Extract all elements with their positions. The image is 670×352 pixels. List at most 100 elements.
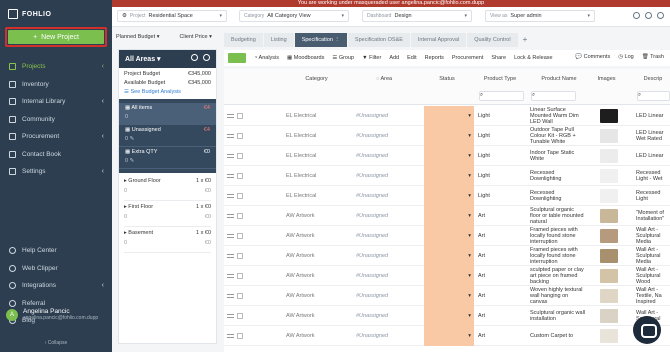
product-type-cell[interactable]: Art — [478, 206, 524, 226]
category-cell[interactable]: AW Artwork — [286, 226, 348, 246]
status-cell[interactable]: ▾ — [424, 186, 474, 206]
description-cell[interactable]: Recessed Light — [636, 186, 670, 206]
drag-handle-icon[interactable] — [227, 334, 234, 338]
row-checkbox[interactable] — [237, 273, 243, 279]
category-cell[interactable]: EL Electrical — [286, 126, 348, 146]
notification-icon[interactable] — [657, 12, 664, 19]
pencil-icon[interactable]: ✎ — [130, 136, 135, 142]
tab-specification-ose[interactable]: Specification OS&E — [347, 33, 410, 47]
image-cell[interactable] — [594, 146, 624, 166]
product-type-cell[interactable]: Light — [478, 146, 524, 166]
planned-budget-select[interactable]: Planned Budget ▾ — [116, 34, 159, 40]
image-cell[interactable] — [594, 166, 624, 186]
category-cell[interactable]: AW Artwork — [286, 266, 348, 286]
drag-handle-icon[interactable] — [227, 214, 234, 218]
description-cell[interactable]: Wall Art - Textile, Na Inspired — [636, 286, 670, 306]
table-row[interactable]: AW Artwork #Unassigned ▾ Art Framed pieces w… — [224, 226, 670, 246]
area-cell[interactable]: #Unassigned — [356, 126, 418, 146]
area-card-unassigned[interactable]: ▦ Unassigned €4 0 ✎ — [119, 125, 216, 147]
status-cell[interactable]: ▾ — [424, 106, 474, 126]
status-cell[interactable]: ▾ — [424, 206, 474, 226]
pencil-icon[interactable]: ✎ — [130, 158, 135, 164]
tab-listing[interactable]: Listing — [263, 33, 294, 47]
description-cell[interactable]: LED Linear Wet Rated — [636, 126, 670, 146]
category-cell[interactable]: EL Electrical — [286, 166, 348, 186]
image-cell[interactable] — [594, 246, 624, 266]
product-type-cell[interactable]: Light — [478, 166, 524, 186]
table-row[interactable]: EL Electrical #Unassigned ▾ Light Outdoor Ta… — [224, 126, 670, 146]
area-cell[interactable]: #Unassigned — [356, 146, 418, 166]
area-panel-header[interactable]: All Areas ▾ — [119, 50, 216, 68]
row-checkbox[interactable] — [237, 333, 243, 339]
drag-handle-icon[interactable] — [227, 254, 234, 258]
sidebar-item-inventory[interactable]: Inventory — [0, 76, 112, 94]
status-cell[interactable]: ▾ — [424, 146, 474, 166]
drag-handle-icon[interactable] — [227, 174, 234, 178]
dashboard-select[interactable]: Dashboard Design ▾ — [362, 10, 472, 22]
column-header-product-type[interactable]: Product Type — [476, 76, 524, 82]
image-cell[interactable] — [594, 226, 624, 246]
table-row[interactable]: EL Electrical #Unassigned ▾ Light Recessed D… — [224, 166, 670, 186]
sidebar-item-internal-library[interactable]: Internal Library ‹ — [0, 93, 112, 111]
add-tab-button[interactable]: + — [519, 33, 532, 47]
description-cell[interactable]: "Moment of Installation" — [636, 206, 670, 226]
drag-handle-icon[interactable] — [227, 194, 234, 198]
category-cell[interactable]: AW Artwork — [286, 326, 348, 346]
status-cell[interactable]: ▾ — [424, 226, 474, 246]
tab-internal-approval[interactable]: Internal Approval — [410, 33, 467, 47]
row-checkbox[interactable] — [237, 213, 243, 219]
filter-button[interactable]: ▼ Filter — [362, 55, 381, 61]
chat-widget-button[interactable] — [633, 316, 661, 344]
table-row[interactable]: EL Electrical #Unassigned ▾ Light Linear Sur… — [224, 106, 670, 126]
project-select[interactable]: ⚙ Project Residential Space ▾ — [117, 10, 227, 22]
row-checkbox[interactable] — [237, 113, 243, 119]
column-header-status[interactable]: Status — [424, 76, 470, 82]
analysis-button[interactable]: ◔ Analysis — [254, 55, 279, 61]
description-cell[interactable]: Recessed Light - Wet — [636, 166, 670, 186]
product-name-cell[interactable]: Framed pieces with locally found stone i… — [530, 246, 586, 266]
product-type-search[interactable]: ⌕ — [479, 91, 524, 101]
table-row[interactable]: AW Artwork #Unassigned ▾ Art Sculptural orga… — [224, 206, 670, 226]
add-button[interactable]: Add — [389, 55, 399, 61]
category-cell[interactable]: EL Electrical — [286, 186, 348, 206]
budget-analysis-link[interactable]: ☰ See Budget Analysis — [119, 86, 216, 98]
area-card-extra-qty[interactable]: ▦ Extra QTY €0 0 ✎ — [119, 147, 216, 169]
product-type-cell[interactable]: Art — [478, 226, 524, 246]
status-cell[interactable]: ▾ — [424, 126, 474, 146]
area-cell[interactable]: #Unassigned — [356, 306, 418, 326]
area-cell[interactable]: #Unassigned — [356, 186, 418, 206]
procurement-button[interactable]: Procurement — [452, 55, 484, 61]
product-type-cell[interactable]: Art — [478, 286, 524, 306]
tree-item-basement[interactable]: ▸ Basement 1 x €0 0 €0 — [124, 227, 211, 253]
sidebar-item-procurement[interactable]: Procurement ‹ — [0, 128, 112, 146]
column-header-category[interactable]: Category — [289, 76, 344, 82]
drag-handle-icon[interactable] — [227, 294, 234, 298]
table-row[interactable]: EL Electrical #Unassigned ▾ Light Recessed D… — [224, 186, 670, 206]
category-select[interactable]: Category All Category View ▾ — [239, 10, 349, 22]
image-cell[interactable] — [594, 306, 624, 326]
image-cell[interactable] — [594, 266, 624, 286]
tree-item-ground-floor[interactable]: ▸ Ground Floor 1 x €0 0 €0 — [124, 175, 211, 201]
tab-specification[interactable]: Specification ⋮ — [294, 33, 347, 47]
image-cell[interactable] — [594, 326, 624, 346]
tree-item-first-floor[interactable]: ▸ First Floor 1 x €0 0 €0 — [124, 201, 211, 227]
area-cell[interactable]: #Unassigned — [356, 326, 418, 346]
product-type-cell[interactable]: Light — [478, 186, 524, 206]
row-checkbox[interactable] — [237, 193, 243, 199]
description-cell[interactable]: Wall Art - Sculptural Media — [636, 226, 670, 246]
status-cell[interactable]: ▾ — [424, 326, 474, 346]
group-button[interactable]: ☰ Group — [332, 55, 354, 61]
sidebar-item-integrations[interactable]: Integrations ‹ — [0, 277, 112, 295]
image-cell[interactable] — [594, 106, 624, 126]
product-name-cell[interactable]: Linear Surface Mounted Warm Dim LED Wall — [530, 106, 586, 126]
fohlio-logo[interactable]: FOHLIO — [8, 9, 51, 19]
view-menu-button[interactable] — [228, 53, 246, 63]
row-checkbox[interactable] — [237, 153, 243, 159]
share-button[interactable]: Share — [491, 55, 506, 61]
table-row[interactable]: AW Artwork #Unassigned ▾ Art sculpted paper … — [224, 266, 670, 286]
product-type-cell[interactable]: Light — [478, 106, 524, 126]
product-type-cell[interactable]: Art — [478, 326, 524, 346]
area-cell[interactable]: #Unassigned — [356, 106, 418, 126]
moodboards-button[interactable]: ▦ Moodboards — [287, 55, 324, 61]
edit-button[interactable]: Edit — [407, 55, 416, 61]
